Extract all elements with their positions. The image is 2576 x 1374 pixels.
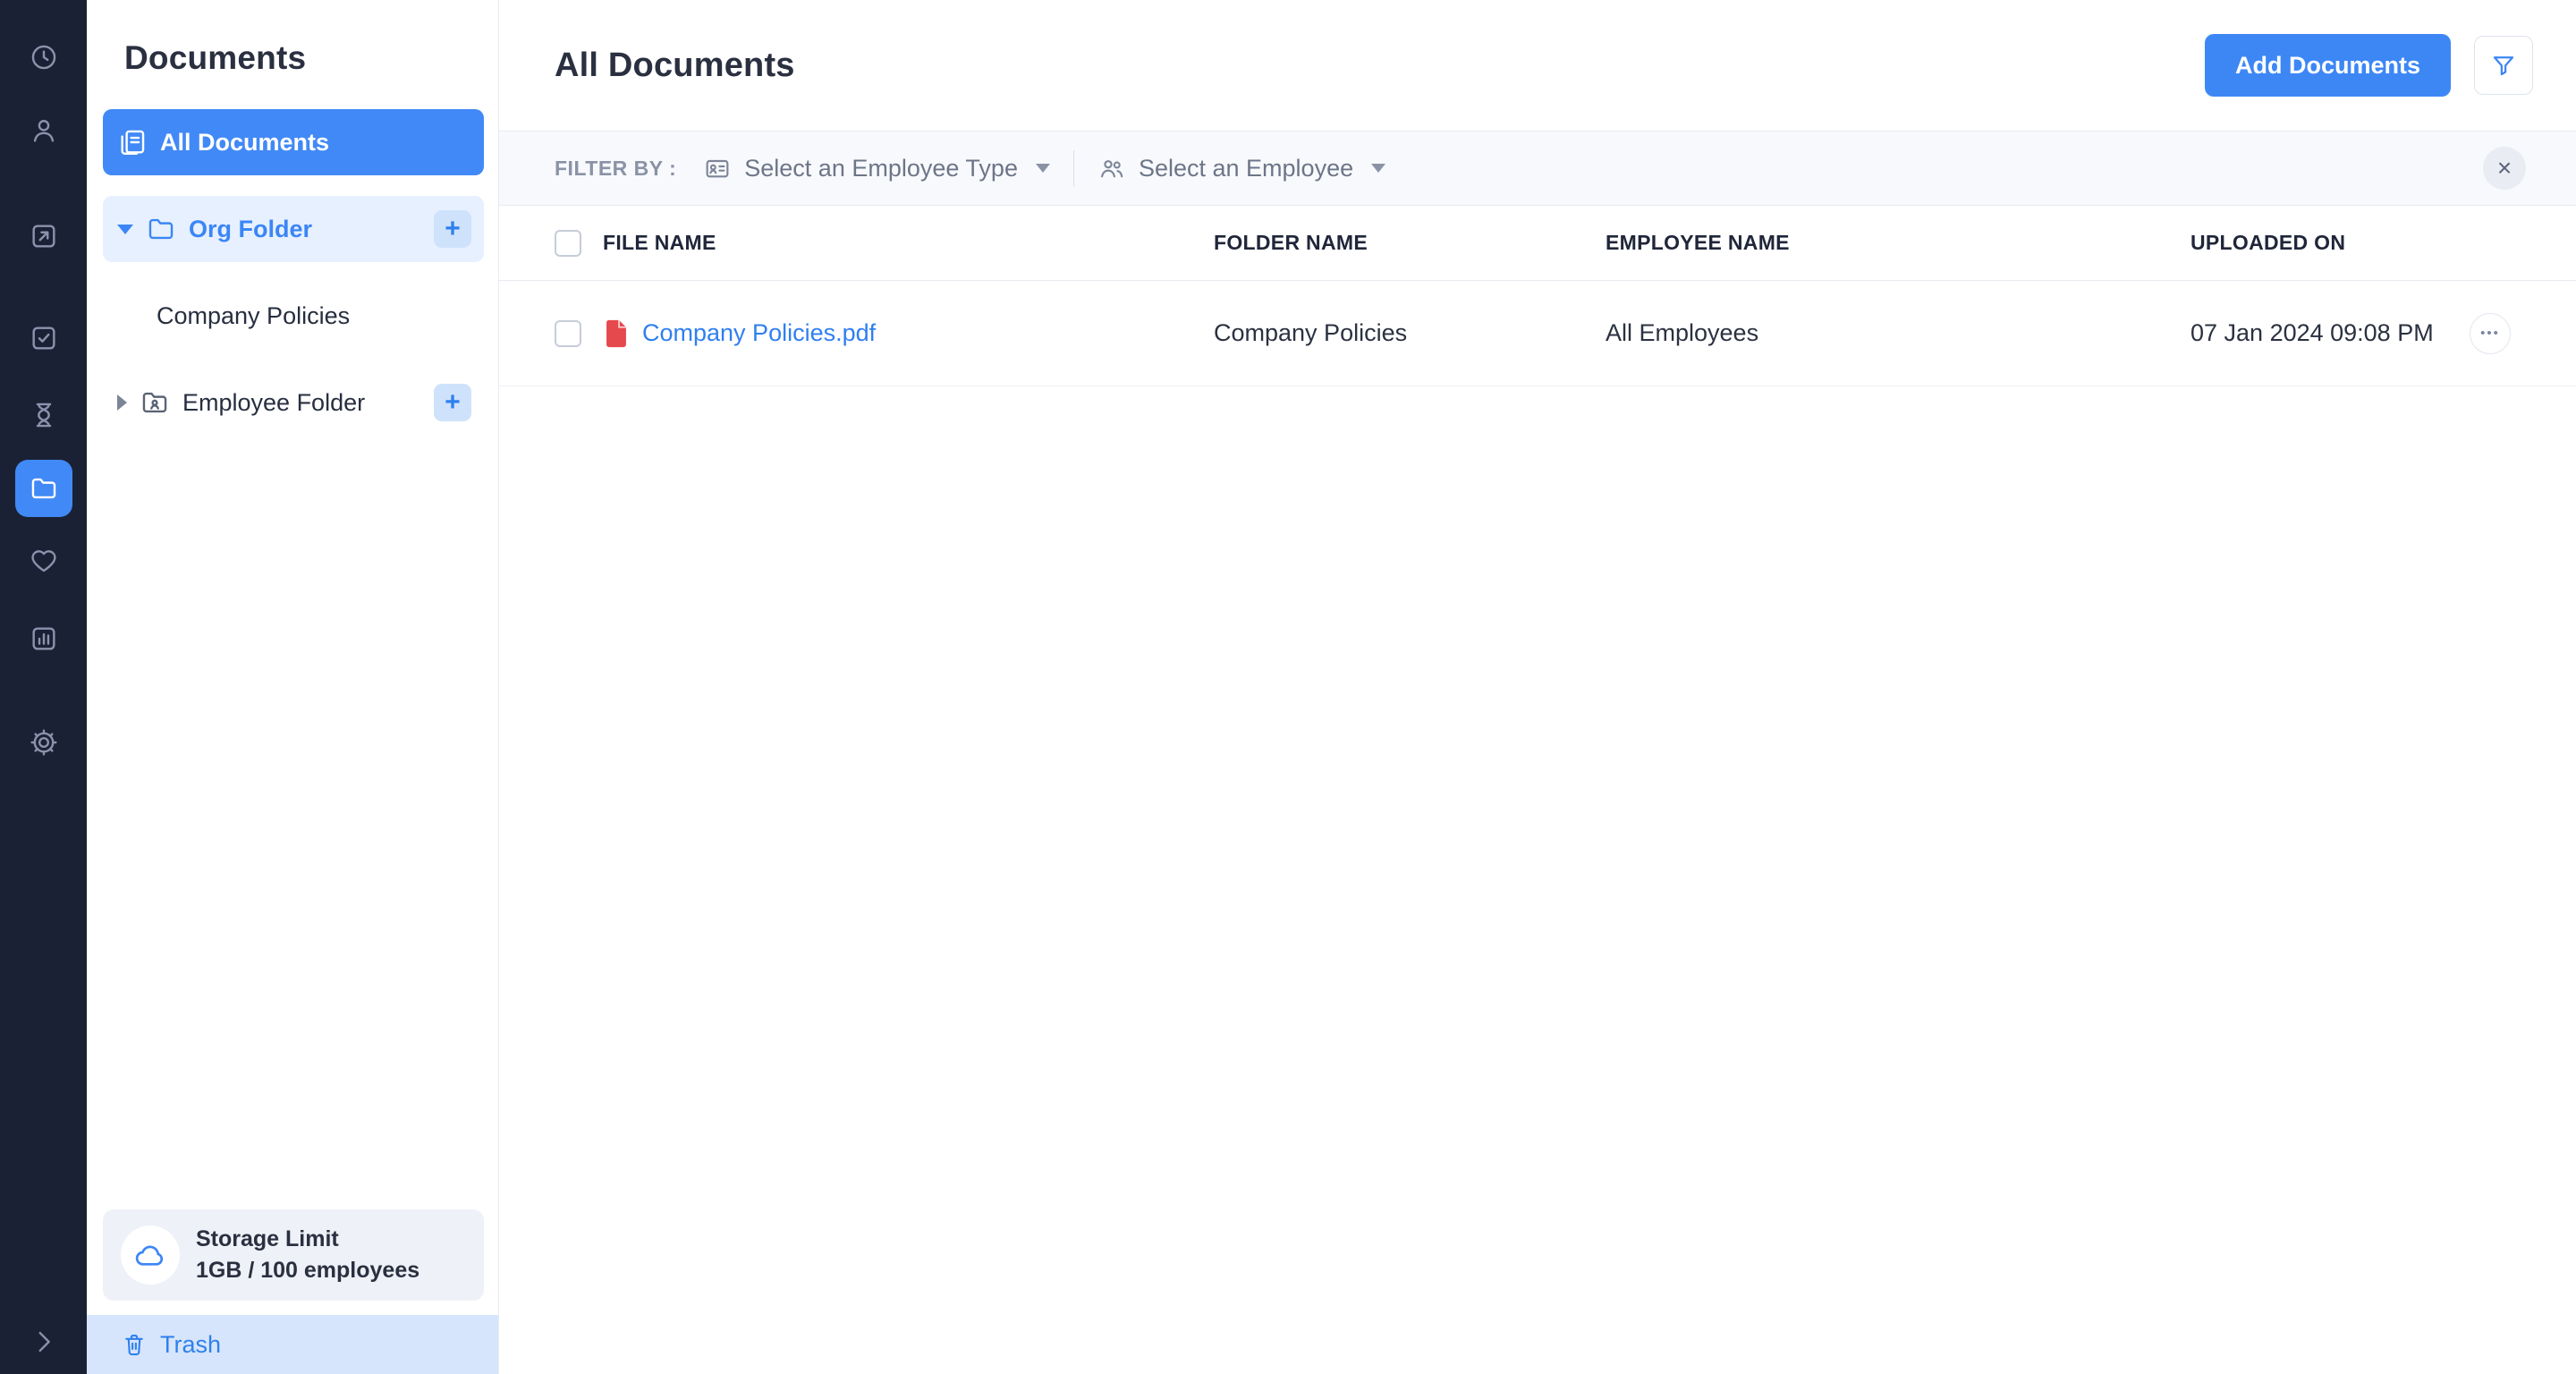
app-window: Documents All Documents Org Folder + Com… [0,0,2576,1374]
org-folder-icon [146,214,176,244]
sidebar-title: Documents [124,39,484,77]
employees-icon [1097,154,1126,182]
employee-dropdown-value: Select an Employee [1139,155,1353,182]
file-name-link[interactable]: Company Policies.pdf [642,319,876,347]
page-header: All Documents Add Documents [499,0,2576,131]
documents-icon [117,127,148,157]
sidebar-item-org-folder[interactable]: Org Folder + [103,196,484,262]
column-header-folder-name: FOLDER NAME [1214,231,1606,255]
uploaded-on-cell: 07 Jan 2024 09:08 PM [2190,319,2454,347]
filter-bar: FILTER BY : Select an Employee Type Sele… [499,131,2576,206]
employee-dropdown[interactable]: Select an Employee [1097,154,1385,182]
hourglass-icon[interactable] [24,395,64,435]
chevron-down-icon [1036,164,1050,173]
folder-icon[interactable] [15,460,72,517]
expand-chevron-icon[interactable] [24,1322,64,1361]
funnel-icon [2490,52,2517,79]
user-icon[interactable] [24,111,64,150]
employee-type-icon [703,154,732,182]
employee-type-dropdown[interactable]: Select an Employee Type [703,154,1050,182]
cloud-icon [121,1226,180,1285]
storage-limit-card: Storage Limit 1GB / 100 employees [103,1209,484,1301]
row-checkbox[interactable] [555,320,581,347]
sidebar-item-all-documents[interactable]: All Documents [103,109,484,175]
documents-sidebar: Documents All Documents Org Folder + Com… [87,0,499,1374]
heart-icon[interactable] [24,542,64,581]
sidebar-item-label: Company Policies [157,302,350,330]
folder-name-cell: Company Policies [1214,319,1606,347]
column-header-file-name: FILE NAME [603,231,1214,255]
sidebar-item-company-policies[interactable]: Company Policies [103,283,484,349]
column-header-uploaded-on: UPLOADED ON [2190,231,2454,255]
main-content: All Documents Add Documents FILTER BY : … [499,0,2576,1374]
table-row: Company Policies.pdf Company Policies Al… [499,281,2576,386]
sidebar-item-trash[interactable]: Trash [87,1315,498,1374]
primary-nav [0,0,87,1374]
add-org-folder-button[interactable]: + [434,210,471,248]
pdf-file-icon [603,318,630,349]
select-all-checkbox[interactable] [555,230,581,257]
sidebar-item-label: All Documents [160,129,329,157]
chevron-down-icon [1371,164,1385,173]
add-employee-folder-button[interactable]: + [434,384,471,421]
checklist-icon[interactable] [24,318,64,358]
row-more-actions-button[interactable]: ••• [2470,313,2511,354]
employee-folder-icon [140,387,170,418]
column-header-employee-name: EMPLOYEE NAME [1606,231,2190,255]
add-documents-button[interactable]: Add Documents [2205,34,2451,97]
header-actions: Add Documents [2205,34,2533,97]
trash-icon [121,1331,148,1358]
bar-chart-icon[interactable] [24,619,64,658]
file-name-cell: Company Policies.pdf [603,318,1214,349]
page-title: All Documents [555,47,795,85]
chevron-down-icon[interactable] [117,225,133,234]
filter-by-label: FILTER BY : [555,157,676,181]
storage-limit-detail: 1GB / 100 employees [196,1258,419,1284]
filter-toggle-button[interactable] [2474,36,2533,95]
sidebar-item-employee-folder[interactable]: Employee Folder + [103,369,484,436]
sidebar-item-label: Org Folder [189,216,312,243]
clock-icon[interactable] [24,38,64,77]
gear-icon[interactable] [24,723,64,762]
storage-limit-title: Storage Limit [196,1226,419,1252]
clear-filters-button[interactable]: × [2483,147,2526,190]
table-header-row: FILE NAME FOLDER NAME EMPLOYEE NAME UPLO… [499,206,2576,281]
employee-type-dropdown-value: Select an Employee Type [744,155,1018,182]
trash-label: Trash [160,1331,221,1359]
box-arrow-icon[interactable] [24,216,64,256]
sidebar-item-label: Employee Folder [182,389,365,417]
employee-name-cell: All Employees [1606,319,2190,347]
chevron-right-icon[interactable] [117,394,127,411]
filter-divider [1073,150,1074,186]
